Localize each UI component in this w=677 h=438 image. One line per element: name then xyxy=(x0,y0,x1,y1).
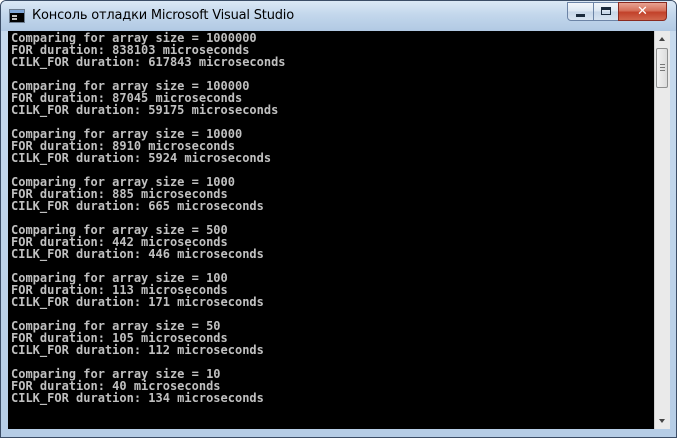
maximize-icon xyxy=(601,7,611,15)
close-icon: ✕ xyxy=(637,4,648,19)
minimize-button[interactable] xyxy=(567,2,594,21)
scroll-up-button[interactable] xyxy=(655,31,670,47)
close-button[interactable]: ✕ xyxy=(618,2,667,21)
scrollbar-thumb[interactable] xyxy=(656,48,668,88)
scroll-down-button[interactable] xyxy=(655,413,670,429)
scroll-up-arrow-icon xyxy=(659,37,665,41)
title-bar[interactable]: Консоль отладки Microsoft Visual Studio … xyxy=(1,1,676,31)
maximize-button[interactable] xyxy=(593,2,619,21)
scroll-down-arrow-icon xyxy=(659,419,665,423)
thumb-grip-line xyxy=(660,67,665,68)
console-app-icon[interactable] xyxy=(9,9,25,23)
console-window: Консоль отладки Microsoft Visual Studio … xyxy=(0,0,677,438)
console-output-text[interactable]: Comparing for array size = 1000000 FOR d… xyxy=(8,31,654,404)
vertical-scrollbar[interactable] xyxy=(654,31,670,429)
thumb-grip-line xyxy=(660,70,665,71)
minimize-icon xyxy=(576,14,585,17)
console-output-area[interactable]: Comparing for array size = 1000000 FOR d… xyxy=(8,31,654,429)
window-title: Консоль отладки Microsoft Visual Studio xyxy=(32,8,294,23)
thumb-grip-line xyxy=(660,64,665,65)
